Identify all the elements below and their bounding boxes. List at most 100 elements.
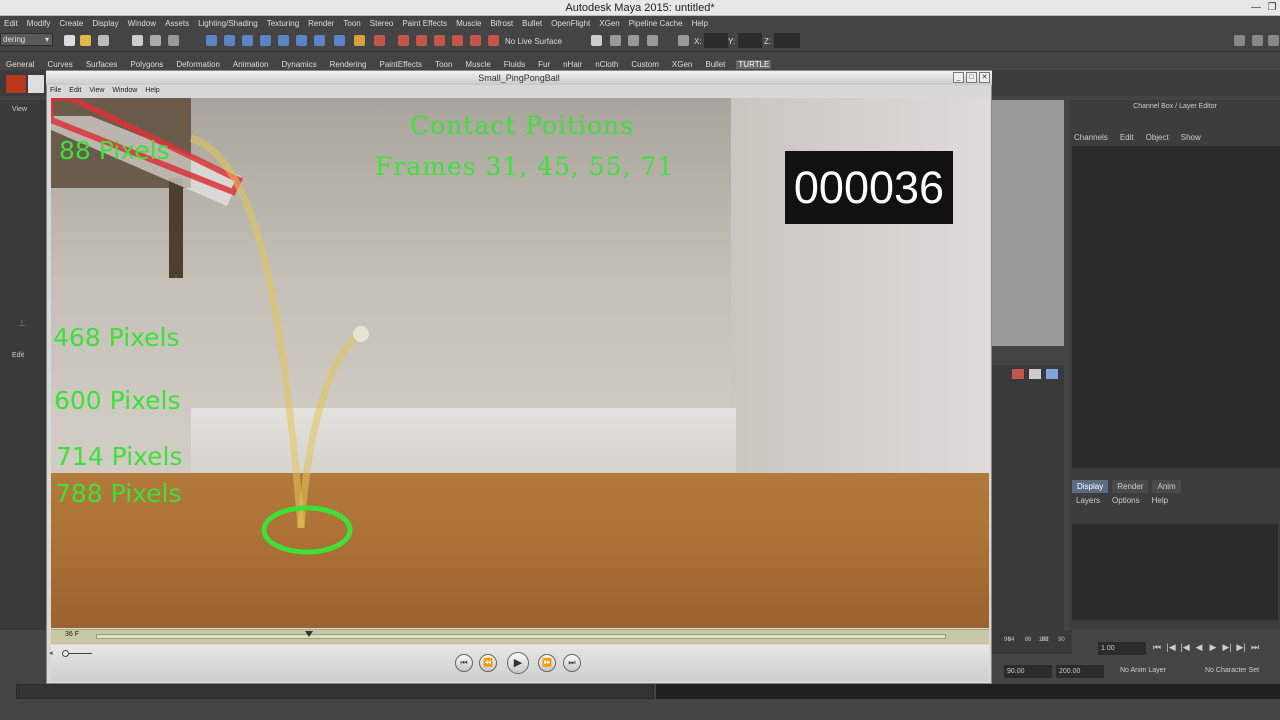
live-surface-label[interactable]: No Live Surface: [505, 37, 562, 46]
render-settings-icon[interactable]: [434, 35, 445, 46]
tab-polygons[interactable]: Polygons: [128, 60, 165, 69]
flipbook-window-menu[interactable]: Window: [112, 87, 137, 94]
play-button[interactable]: ▶: [507, 652, 529, 674]
history-icon[interactable]: [314, 35, 325, 46]
channels-object-menu[interactable]: Object: [1146, 133, 1169, 142]
menu-create[interactable]: Create: [59, 19, 83, 28]
render-frame-icon[interactable]: [398, 35, 409, 46]
flipbook-file-menu[interactable]: File: [50, 87, 61, 94]
menu-display[interactable]: Display: [92, 19, 118, 28]
go-to-start-button-flipbook[interactable]: ⏮: [455, 654, 473, 672]
command-line-input[interactable]: [16, 684, 654, 699]
fast-forward-button[interactable]: ⏩: [538, 654, 556, 672]
tab-turtle[interactable]: TURTLE: [736, 60, 772, 69]
channels-menu[interactable]: Channels: [1074, 133, 1108, 142]
layer-list-area[interactable]: [1072, 524, 1278, 620]
snap-grid-icon[interactable]: [206, 35, 217, 46]
menu-modify[interactable]: Modify: [27, 19, 51, 28]
channels-edit-menu[interactable]: Edit: [1120, 133, 1134, 142]
menu-bifrost[interactable]: Bifrost: [490, 19, 513, 28]
flipbook-view-menu[interactable]: View: [89, 87, 104, 94]
dope-sheet-icon[interactable]: [647, 35, 658, 46]
channel-box-area[interactable]: [1072, 146, 1280, 468]
menu-xgen[interactable]: XGen: [599, 19, 619, 28]
channels-show-menu[interactable]: Show: [1181, 133, 1201, 142]
input-ops-icon[interactable]: [374, 35, 385, 46]
select-object-icon[interactable]: [150, 35, 161, 46]
options-menu[interactable]: Options: [1112, 496, 1140, 505]
menu-set-select[interactable]: dering ▾: [0, 33, 53, 46]
hypershade-icon[interactable]: [452, 35, 463, 46]
minimize-button[interactable]: —: [1248, 0, 1264, 16]
frame-all-icon[interactable]: [1046, 369, 1058, 379]
flipbook-maximize-button[interactable]: □: [966, 72, 977, 83]
attribute-editor-icon[interactable]: [488, 35, 499, 46]
list-view-icon[interactable]: [1029, 369, 1041, 379]
tab-curves[interactable]: Curves: [45, 60, 74, 69]
tab-ncloth[interactable]: nCloth: [593, 60, 620, 69]
tab-toon[interactable]: Toon: [433, 60, 454, 69]
ipr-render-icon[interactable]: [416, 35, 427, 46]
snap-plane-icon[interactable]: [278, 35, 289, 46]
menu-muscle[interactable]: Muscle: [456, 19, 481, 28]
restore-button[interactable]: ❐: [1264, 0, 1280, 16]
menu-stereo[interactable]: Stereo: [370, 19, 394, 28]
tab-surfaces[interactable]: Surfaces: [84, 60, 120, 69]
snap-point-icon[interactable]: [242, 35, 253, 46]
snap-curve-icon[interactable]: [224, 35, 235, 46]
tab-nhair[interactable]: nHair: [561, 60, 584, 69]
anim-layer-select[interactable]: No Anim Layer: [1120, 667, 1166, 674]
x-coordinate-field[interactable]: [704, 33, 728, 48]
go-to-end-button[interactable]: ⏭: [1248, 642, 1262, 653]
tab-xgen[interactable]: XGen: [670, 60, 694, 69]
menu-openflight[interactable]: OpenFlight: [551, 19, 590, 28]
menu-window[interactable]: Window: [128, 19, 156, 28]
flipbook-help-menu[interactable]: Help: [145, 87, 159, 94]
help-query-icon[interactable]: [334, 35, 345, 46]
rewind-button[interactable]: ⏪: [479, 654, 497, 672]
render-view-icon[interactable]: [470, 35, 481, 46]
z-coordinate-field[interactable]: [774, 33, 800, 48]
tab-muscle[interactable]: Muscle: [463, 60, 492, 69]
open-scene-icon[interactable]: [80, 35, 91, 46]
menu-pipeline-cache[interactable]: Pipeline Cache: [629, 19, 683, 28]
select-hierarchy-icon[interactable]: [132, 35, 143, 46]
channel-box-toggle-icon[interactable]: [1268, 35, 1279, 46]
playhead-marker[interactable]: [304, 631, 313, 637]
tab-painteffects[interactable]: PaintEffects: [378, 60, 425, 69]
select-component-icon[interactable]: [168, 35, 179, 46]
step-back-key-button[interactable]: |◀: [1164, 642, 1178, 653]
tab-display-layers[interactable]: Display: [1072, 480, 1109, 493]
step-forward-frame-button[interactable]: ▶|: [1220, 642, 1234, 653]
menu-assets[interactable]: Assets: [165, 19, 189, 28]
go-to-start-button[interactable]: ⏮: [1150, 642, 1164, 653]
snap-surface-icon[interactable]: [260, 35, 271, 46]
tab-general[interactable]: General: [4, 60, 36, 69]
tab-anim-layers[interactable]: Anim: [1152, 480, 1181, 493]
tab-rendering[interactable]: Rendering: [328, 60, 369, 69]
left-edit-menu[interactable]: Edit: [12, 352, 24, 359]
lock-icon[interactable]: [354, 35, 365, 46]
menu-render[interactable]: Render: [308, 19, 334, 28]
layer-help-menu[interactable]: Help: [1152, 496, 1168, 505]
outliner-icon[interactable]: [610, 35, 621, 46]
tab-fluids[interactable]: Fluids: [502, 60, 527, 69]
toggle-panel-icon[interactable]: [1234, 35, 1245, 46]
tab-dynamics[interactable]: Dynamics: [279, 60, 318, 69]
tab-fur[interactable]: Fur: [536, 60, 552, 69]
volume-slider-knob[interactable]: [62, 650, 69, 657]
tab-animation[interactable]: Animation: [231, 60, 271, 69]
menu-texturing[interactable]: Texturing: [267, 19, 299, 28]
menu-help[interactable]: Help: [692, 19, 708, 28]
sidebar-toggle-icon[interactable]: [591, 35, 602, 46]
transform-mode-icon[interactable]: [678, 35, 689, 46]
tab-bullet[interactable]: Bullet: [703, 60, 727, 69]
play-backwards-button[interactable]: ◀: [1192, 642, 1206, 653]
turtle-render-icon[interactable]: [6, 75, 26, 93]
tab-deformation[interactable]: Deformation: [174, 60, 222, 69]
new-scene-icon[interactable]: [64, 35, 75, 46]
step-forward-key-button[interactable]: ▶|: [1234, 642, 1248, 653]
flipbook-minimize-button[interactable]: _: [953, 72, 964, 83]
menu-paint-effects[interactable]: Paint Effects: [402, 19, 447, 28]
range-end-field[interactable]: 90.00: [1004, 665, 1052, 678]
